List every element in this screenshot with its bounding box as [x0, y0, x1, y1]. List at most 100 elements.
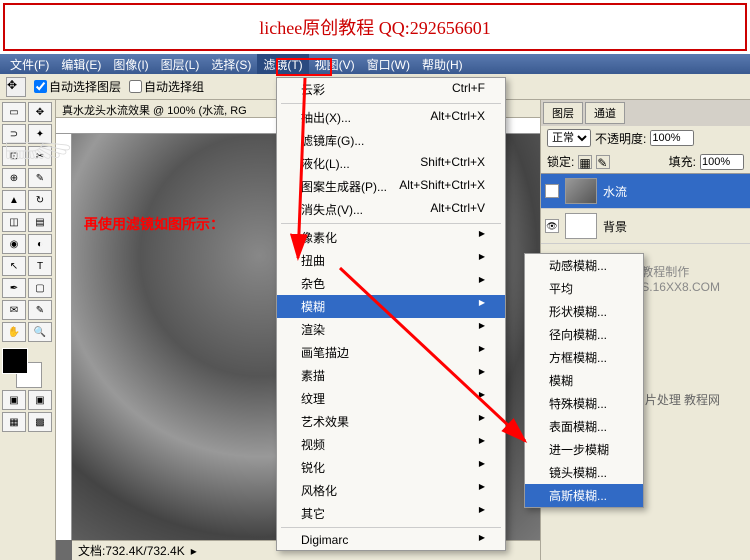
layer-name: 水流	[603, 183, 627, 200]
lasso-tool-icon[interactable]: ⊃	[2, 124, 26, 144]
menu-item-stylize[interactable]: 风格化	[277, 479, 505, 502]
eraser-tool-icon[interactable]: ◫	[2, 212, 26, 232]
blend-mode-select[interactable]: 正常	[547, 129, 591, 147]
annotation-text: 再使用滤镜如图所示：	[84, 214, 224, 234]
lock-transparency-icon[interactable]: ▦	[578, 155, 592, 169]
crop-tool-icon[interactable]: ⊡	[2, 146, 26, 166]
auto-select-layer-checkbox[interactable]	[34, 80, 47, 93]
menu-window[interactable]: 窗口(W)	[361, 54, 416, 74]
opacity-input[interactable]	[650, 130, 694, 146]
menubar: 文件(F) 编辑(E) 图像(I) 图层(L) 选择(S) 滤镜(T) 视图(V…	[0, 54, 750, 74]
menu-item-radial-blur[interactable]: 径向模糊...	[525, 323, 643, 346]
menu-item-other[interactable]: 其它	[277, 502, 505, 525]
toolbox: ▭ ✥ ⊃ ✦ ⊡ ✂ ⊕ ✎ ▲ ↻ ◫ ▤ ◉ ◐ ↖ T ✒ ▢ ✉ ✎ …	[0, 100, 56, 560]
menu-filter[interactable]: 滤镜(T)	[257, 54, 308, 74]
menu-view[interactable]: 视图(V)	[309, 54, 361, 74]
menu-item-sharpen[interactable]: 锐化	[277, 456, 505, 479]
menu-edit[interactable]: 编辑(E)	[55, 54, 107, 74]
menu-item-gaussian-blur[interactable]: 高斯模糊...	[525, 484, 643, 507]
menu-item-digimarc[interactable]: Digimarc	[277, 530, 505, 550]
blur-tool-icon[interactable]: ◉	[2, 234, 26, 254]
menu-select[interactable]: 选择(S)	[205, 54, 257, 74]
layer-thumbnail[interactable]	[565, 213, 597, 239]
eyedropper-tool-icon[interactable]: ✎	[28, 300, 52, 320]
wand-tool-icon[interactable]: ✦	[28, 124, 52, 144]
menu-item-filter-gallery[interactable]: 滤镜库(G)...	[277, 129, 505, 152]
menu-item-render[interactable]: 渲染	[277, 318, 505, 341]
gradient-tool-icon[interactable]: ▤	[28, 212, 52, 232]
lock-label: 锁定:	[547, 153, 574, 170]
shape-tool-icon[interactable]: ▢	[28, 278, 52, 298]
tab-layers[interactable]: 图层	[543, 102, 583, 124]
auto-select-group-label: 自动选择组	[144, 78, 204, 95]
visibility-icon[interactable]: 👁	[545, 219, 559, 233]
menu-item-video[interactable]: 视频	[277, 433, 505, 456]
menu-item-motion-blur[interactable]: 动感模糊...	[525, 254, 643, 277]
tab-channels[interactable]: 通道	[585, 102, 625, 124]
auto-select-layer-label: 自动选择图层	[49, 78, 121, 95]
move-tool-icon[interactable]: ✥	[6, 77, 26, 97]
menu-item-blur[interactable]: 模糊	[277, 295, 505, 318]
menu-item-surface-blur[interactable]: 表面模糊...	[525, 415, 643, 438]
blur-submenu: 动感模糊... 平均 形状模糊... 径向模糊... 方框模糊... 模糊 特殊…	[524, 253, 644, 508]
menu-item-smart-blur[interactable]: 特殊模糊...	[525, 392, 643, 415]
menu-item-liquify[interactable]: 液化(L)...Shift+Ctrl+X	[277, 152, 505, 175]
menu-item-lens-blur[interactable]: 镜头模糊...	[525, 461, 643, 484]
screenmode2-icon[interactable]: ▦	[2, 412, 26, 432]
healing-tool-icon[interactable]: ⊕	[2, 168, 26, 188]
fill-input[interactable]	[700, 154, 744, 170]
pen-tool-icon[interactable]: ✒	[2, 278, 26, 298]
lock-pixels-icon[interactable]: ✎	[596, 155, 610, 169]
menu-item-pixelate[interactable]: 像素化	[277, 226, 505, 249]
menu-item-extract[interactable]: 抽出(X)...Alt+Ctrl+X	[277, 106, 505, 129]
path-tool-icon[interactable]: ↖	[2, 256, 26, 276]
menu-item-noise[interactable]: 杂色	[277, 272, 505, 295]
menu-item-blur-basic[interactable]: 模糊	[525, 369, 643, 392]
history-brush-icon[interactable]: ↻	[28, 190, 52, 210]
menu-item-shape-blur[interactable]: 形状模糊...	[525, 300, 643, 323]
layer-name: 背景	[603, 218, 627, 235]
zoom-tool-icon[interactable]: 🔍	[28, 322, 52, 342]
opacity-label: 不透明度:	[595, 130, 646, 147]
auto-select-group-checkbox[interactable]	[129, 80, 142, 93]
layer-item[interactable]: 👁 背景	[541, 209, 750, 244]
menu-item-artistic[interactable]: 艺术效果	[277, 410, 505, 433]
visibility-icon[interactable]: 👁	[545, 184, 559, 198]
fill-label: 填充:	[669, 153, 696, 170]
marquee-tool-icon[interactable]: ▭	[2, 102, 26, 122]
doc-size: 文档:732.4K/732.4K	[78, 542, 185, 559]
screenmode3-icon[interactable]: ▩	[28, 412, 52, 432]
filter-menu: 云彩Ctrl+F 抽出(X)...Alt+Ctrl+X 滤镜库(G)... 液化…	[276, 77, 506, 551]
layer-thumbnail[interactable]	[565, 178, 597, 204]
brush-tool-icon[interactable]: ✎	[28, 168, 52, 188]
menu-layer[interactable]: 图层(L)	[155, 54, 206, 74]
menu-item-vanishing-point[interactable]: 消失点(V)...Alt+Ctrl+V	[277, 198, 505, 221]
hand-tool-icon[interactable]: ✋	[2, 322, 26, 342]
dodge-tool-icon[interactable]: ◐	[28, 234, 52, 254]
menu-help[interactable]: 帮助(H)	[416, 54, 469, 74]
quickmask-icon[interactable]: ▣	[2, 390, 26, 410]
move-tool-icon[interactable]: ✥	[28, 102, 52, 122]
stamp-tool-icon[interactable]: ▲	[2, 190, 26, 210]
slice-tool-icon[interactable]: ✂	[28, 146, 52, 166]
type-tool-icon[interactable]: T	[28, 256, 52, 276]
menu-item-brush-strokes[interactable]: 画笔描边	[277, 341, 505, 364]
menu-file[interactable]: 文件(F)	[4, 54, 55, 74]
menu-item-texture[interactable]: 纹理	[277, 387, 505, 410]
menu-item-average[interactable]: 平均	[525, 277, 643, 300]
foreground-color-swatch[interactable]	[2, 348, 28, 374]
menu-item-box-blur[interactable]: 方框模糊...	[525, 346, 643, 369]
notes-tool-icon[interactable]: ✉	[2, 300, 26, 320]
menu-image[interactable]: 图像(I)	[107, 54, 154, 74]
menu-item-blur-more[interactable]: 进一步模糊	[525, 438, 643, 461]
screenmode-icon[interactable]: ▣	[28, 390, 52, 410]
statusbar-arrow-icon[interactable]: ▸	[191, 544, 197, 558]
menu-item-sketch[interactable]: 素描	[277, 364, 505, 387]
menu-item-distort[interactable]: 扭曲	[277, 249, 505, 272]
color-swatches[interactable]	[2, 348, 42, 388]
tutorial-banner: lichee原创教程 QQ:292656601	[3, 3, 747, 51]
ruler-vertical	[56, 134, 72, 540]
menu-item-last-filter[interactable]: 云彩Ctrl+F	[277, 78, 505, 101]
layer-item-active[interactable]: 👁 水流	[541, 174, 750, 209]
menu-item-pattern-maker[interactable]: 图案生成器(P)...Alt+Shift+Ctrl+X	[277, 175, 505, 198]
